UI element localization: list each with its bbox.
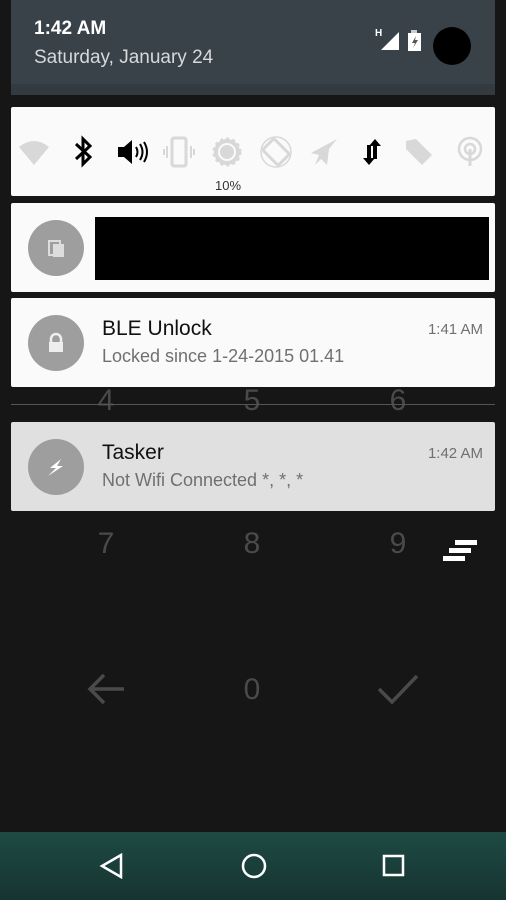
signal-icon: H [375, 28, 399, 52]
key-0[interactable]: 0 [222, 673, 282, 707]
divider [11, 404, 495, 405]
bluetooth-icon[interactable] [66, 135, 100, 169]
quick-settings-panel: 10% [11, 107, 495, 196]
key-5[interactable]: 5 [222, 384, 282, 418]
clipboard-icon [28, 220, 84, 276]
backspace-icon[interactable] [86, 671, 126, 707]
key-4[interactable]: 4 [76, 384, 136, 418]
user-avatar[interactable] [433, 27, 471, 65]
airplane-icon[interactable] [307, 135, 341, 169]
lock-icon [28, 315, 84, 371]
navigation-bar [0, 832, 506, 900]
notification-text: Not Wifi Connected *, *, * [102, 470, 304, 490]
status-header: 1:42 AM Saturday, January 24 H [11, 0, 495, 95]
mobile-data-icon[interactable] [355, 135, 389, 169]
notification-time: 1:41 AM [427, 321, 483, 338]
notification-title: Tasker [102, 441, 164, 464]
notification-text: Locked since 1-24-2015 01.41 [102, 346, 345, 366]
header-strip [11, 84, 495, 95]
notification-redacted[interactable] [11, 203, 495, 292]
hotspot-icon[interactable] [453, 135, 487, 169]
lightning-icon [28, 439, 84, 495]
notification-time: 1:42 AM [427, 445, 483, 462]
vibrate-icon[interactable] [162, 135, 196, 169]
battery-charging-icon [408, 30, 421, 51]
notification-title: BLE Unlock [102, 317, 212, 340]
brightness-icon[interactable] [210, 135, 244, 169]
enter-check-icon[interactable] [377, 672, 419, 706]
brightness-level: 10% [215, 178, 242, 193]
clear-all-icon[interactable] [443, 539, 479, 563]
notification-tasker[interactable]: Tasker Not Wifi Connected *, *, * 1:42 A… [11, 422, 495, 511]
home-icon[interactable] [240, 852, 268, 880]
clock: 1:42 AM [34, 18, 107, 39]
key-9[interactable]: 9 [368, 527, 428, 561]
key-6[interactable]: 6 [368, 384, 428, 418]
back-icon[interactable] [99, 853, 125, 879]
redacted-content [95, 217, 489, 280]
wifi-icon[interactable] [17, 135, 51, 169]
notification-ble-unlock[interactable]: BLE Unlock Locked since 1-24-2015 01.41 … [11, 298, 495, 387]
nfc-tag-icon[interactable] [402, 135, 436, 169]
key-7[interactable]: 7 [76, 527, 136, 561]
volume-icon[interactable] [115, 135, 149, 169]
date[interactable]: Saturday, January 24 [34, 47, 213, 69]
key-8[interactable]: 8 [222, 527, 282, 561]
recents-icon[interactable] [381, 853, 407, 879]
auto-rotate-icon[interactable] [259, 135, 293, 169]
